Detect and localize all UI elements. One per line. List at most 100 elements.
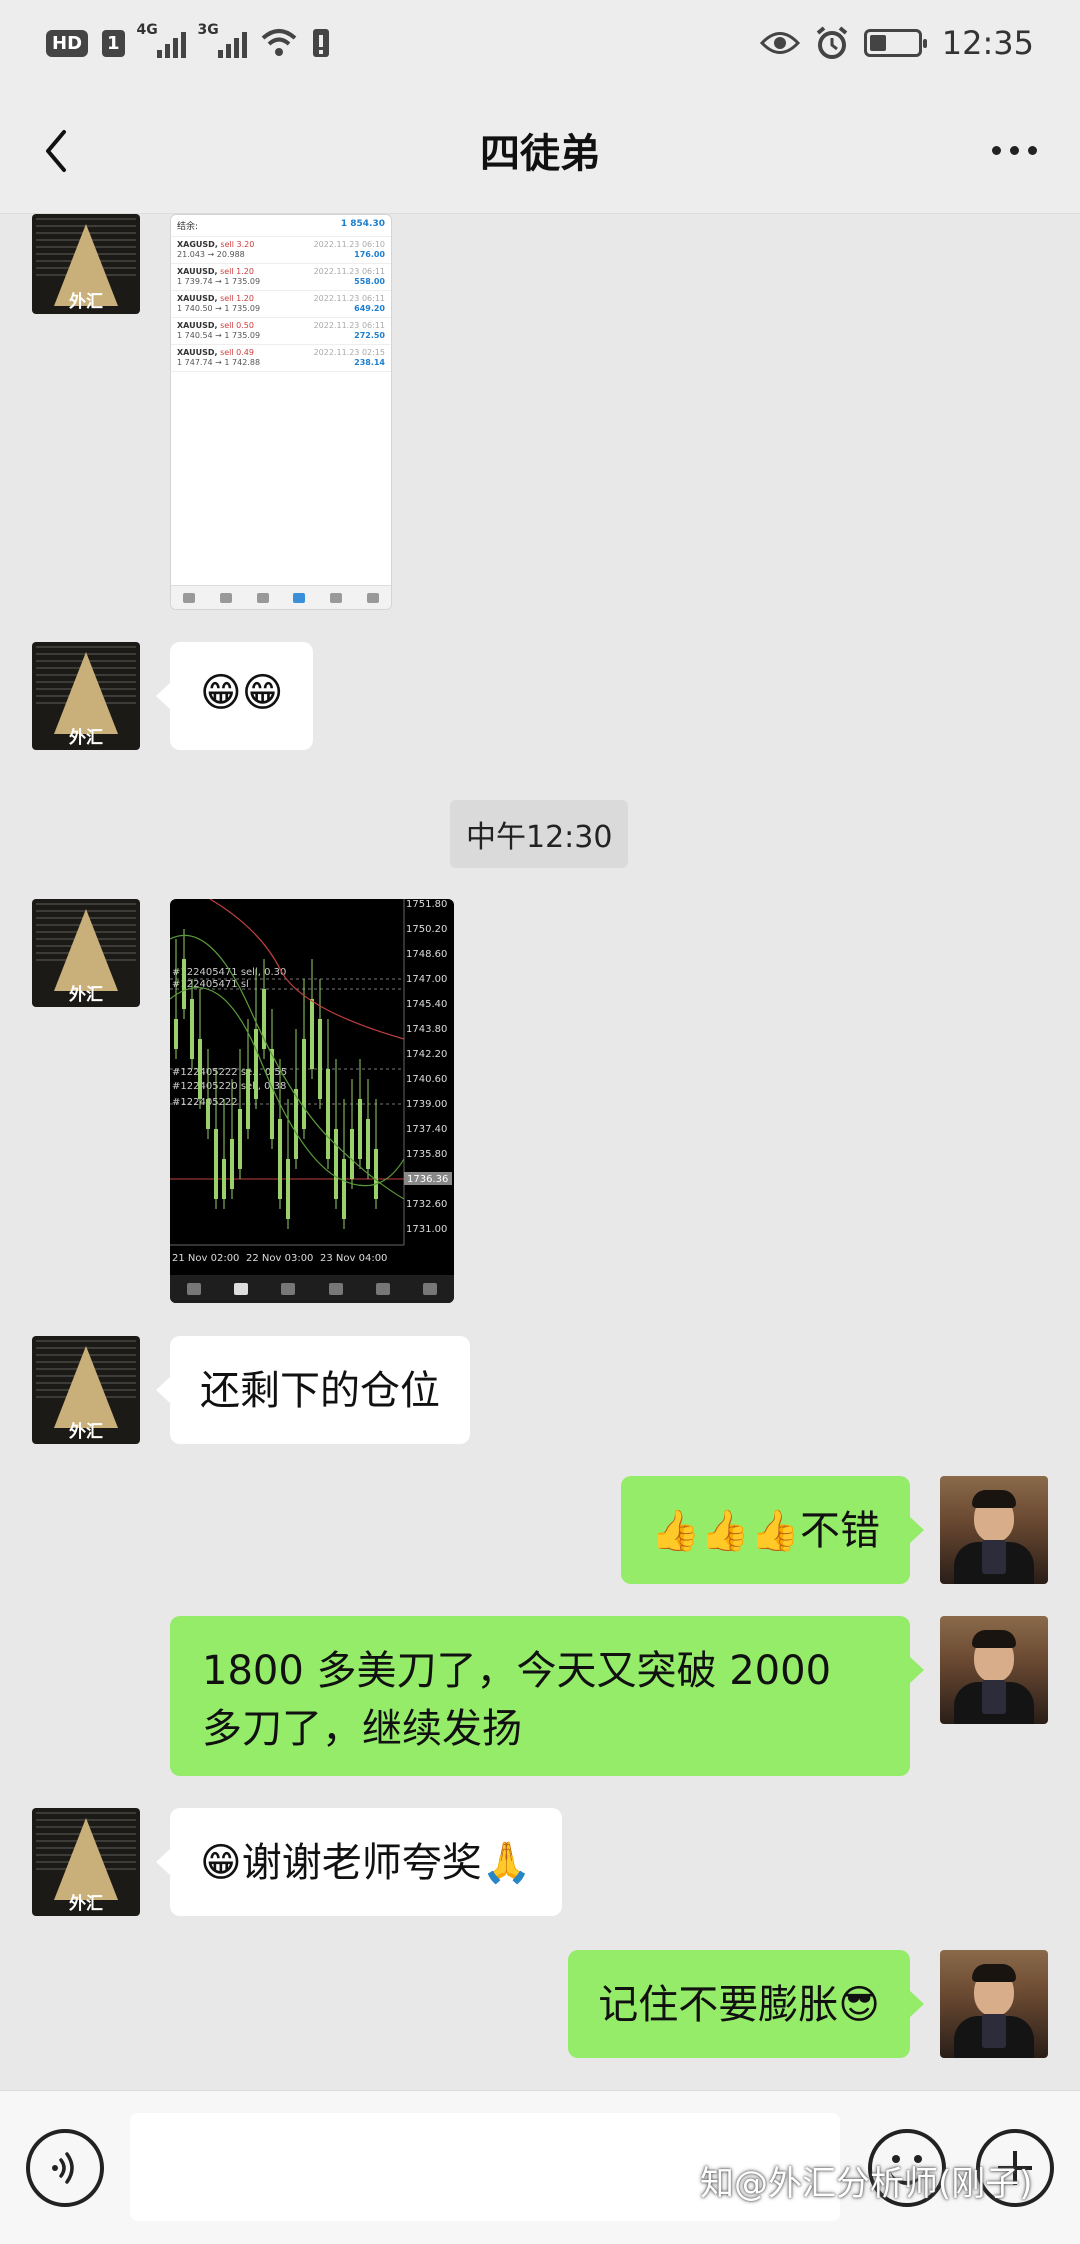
trade-row: XAUUSD, sell 0.49 1 747.74 → 1 742.88 2022… [171,345,391,372]
chat-title: 四徒弟 [480,130,600,177]
candle-body [246,1069,250,1129]
battery-icon [863,29,927,57]
back-button[interactable] [30,116,90,186]
candle-body [190,999,194,1059]
trade-history-image[interactable]: 结余: 1 854.30 XAGUSD, sell 3.20 21.043 → 2… [170,214,392,610]
candle-body [278,1119,282,1199]
trade-row: XAGUSD, sell 3.20 21.043 → 20.988 2022.11.… [171,237,391,264]
watermark: 知@外汇分析师(刚子) [700,2164,1033,2204]
price-tick: 1747.00 [406,974,447,985]
alarm-icon [816,26,848,59]
status-bar: HD 1 4G 3G 12:35 [0,0,1080,86]
price-tick: 1731.00 [406,1224,447,1235]
message-text: 还剩下的仓位 [200,1368,440,1414]
candle-body [270,1049,274,1139]
candle-body [350,1129,354,1179]
candle-body [366,1119,370,1169]
candle-body [198,1039,202,1099]
candle-body [302,1039,306,1129]
chat-header: 四徒弟 [0,86,1080,214]
voice-input-button[interactable] [26,2129,104,2207]
candle-body [342,1159,346,1219]
price-tick: 1745.40 [406,999,447,1010]
timestamp: 中午12:30 [450,800,629,868]
candle-body [182,959,186,1009]
dot-icon [991,145,1001,155]
price-tick: 1750.20 [406,924,447,935]
message-text: 谢谢老师夸奖 [241,1840,482,1886]
avatar[interactable]: 外汇 [32,1808,140,1916]
more-options-button[interactable] [984,130,1044,170]
alert-icon [312,29,329,57]
price-tick: 1735.80 [406,1149,447,1160]
avatar[interactable]: 外汇 [32,214,140,314]
message-text: 多刀了，继续发扬 [202,1706,522,1752]
candle-body [318,1019,322,1099]
candle-body [286,1159,290,1219]
price-chart-image[interactable]: 1751.80 1750.20 1748.60 1747.00 1745.40 1743.… [170,899,454,1303]
price-tick: 1751.80 [406,899,447,910]
time-tick: 21 Nov 02:00 [172,1253,239,1264]
message-text: 记住不要膨胀 [598,1982,839,2028]
avatar-self[interactable] [940,1476,1048,1584]
message-bubble[interactable]: 👍👍👍不错 [620,1476,925,1584]
thumbs-up-emoji: 👍👍👍 [650,1508,800,1554]
candle-body [294,1089,298,1159]
trade-row: XAUUSD, sell 1.20 1 739.74 → 1 735.09 2022… [171,264,391,291]
time-tick: 23 Nov 04:00 [320,1253,387,1264]
trade-row: XAUUSD, sell 0.50 1 740.54 → 1 735.09 2022… [171,318,391,345]
avatar-self[interactable] [940,1950,1048,2058]
message-bubble[interactable]: 😁谢谢老师夸奖🙏 [156,1808,562,1916]
avatar-self[interactable] [940,1616,1048,1724]
message-text: 不错 [800,1508,880,1554]
pray-emoji: 🙏 [481,1840,532,1886]
signal-4g-icon: 4G [137,22,186,58]
current-price-label: 1736.36 [407,1174,448,1185]
image-toolbar [170,1275,454,1303]
message-bubble[interactable]: 1800 多美刀了，今天又突破 2000 多刀了，继续发扬 [170,1616,924,1776]
message-text: 1800 多美刀了，今天又突破 2000 [202,1648,832,1694]
candle-body [334,1129,338,1199]
price-tick: 1739.00 [406,1099,447,1110]
candle-body [214,1129,218,1199]
price-tick: 1743.80 [406,1024,447,1035]
price-tick: 1748.60 [406,949,447,960]
signal-3g-icon: 3G [198,22,247,58]
trade-row: XAUUSD, sell 1.20 1 740.50 → 1 735.09 2022… [171,291,391,318]
candle-body [230,1139,234,1189]
candle-body [238,1109,242,1169]
candlestick-chart: 1751.80 1750.20 1748.60 1747.00 1745.40 1743.… [170,899,452,1264]
message-bubble[interactable]: 😁😁 [155,642,314,750]
candle-body [254,1029,258,1099]
avatar[interactable]: 外汇 [32,1336,140,1444]
avatar[interactable]: 外汇 [32,899,140,1007]
order-label: #122405222 se... 0.55 [172,1067,287,1078]
grin-emoji: 😁 [200,1840,242,1886]
chat-area[interactable]: 外汇 结余: 1 854.30 XAGUSD, sell 3.20 21.043 … [0,214,1080,2090]
time-tick: 22 Nov 03:00 [246,1253,313,1264]
candle-body [358,1099,362,1159]
candle-body [222,1159,226,1199]
grin-emoji: 😁😁 [200,670,284,716]
order-label: #122405220 sell, 0.38 [172,1081,286,1092]
candle-body [326,1069,330,1159]
chevron-left-icon [46,130,66,172]
dot-icon [1027,145,1037,155]
message-bubble[interactable]: 还剩下的仓位 [156,1336,470,1444]
avatar[interactable]: 外汇 [32,642,140,750]
price-tick: 1742.20 [406,1049,447,1060]
wifi-icon [261,29,296,56]
dot-icon [1009,145,1019,155]
candle-body [374,1149,378,1199]
eye-icon [759,32,800,54]
price-tick: 1732.60 [406,1199,447,1210]
price-tick: 1740.60 [406,1074,447,1085]
voice-icon [52,2152,74,2184]
candle-body [174,1019,178,1049]
sim-badge: 1 [102,29,125,57]
order-label: #122405222 [172,1097,238,1108]
candle-body [206,1099,210,1129]
hd-badge: HD [46,29,89,57]
message-bubble[interactable]: 记住不要膨胀😎 [568,1950,924,2058]
sunglasses-emoji: 😎 [838,1982,880,2028]
